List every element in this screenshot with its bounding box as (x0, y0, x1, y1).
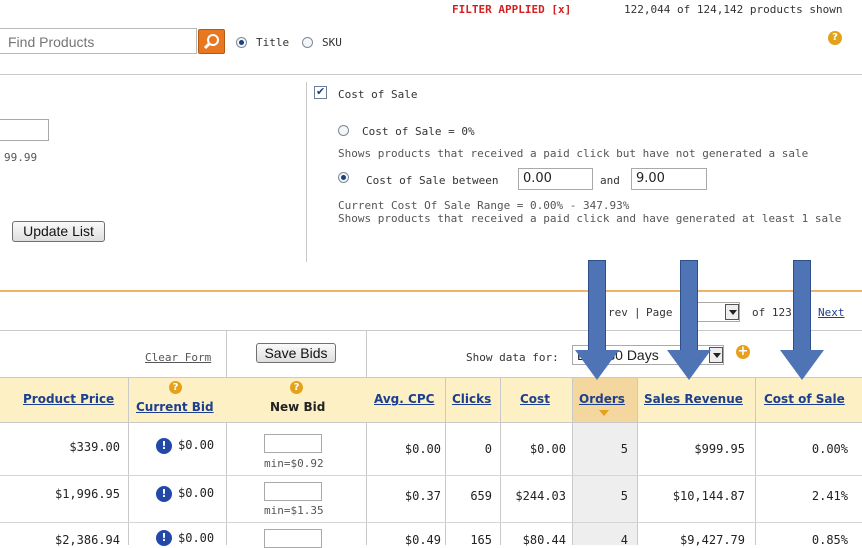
search-title-label: Title (256, 36, 290, 49)
header-current-bid[interactable]: Current Bid (136, 400, 214, 414)
cell-current-bid: $0.00 (178, 531, 215, 545)
cos-between-radio[interactable] (338, 172, 349, 183)
cell-cost: $244.03 (515, 489, 566, 503)
update-list-button[interactable]: Update List (12, 221, 105, 242)
divider (0, 422, 862, 423)
info-icon[interactable]: ! (156, 530, 172, 546)
clear-form-link[interactable]: Clear Form (145, 351, 211, 364)
new-bid-input[interactable] (264, 529, 322, 548)
cell-current-bid: $0.00 (178, 438, 215, 452)
cell-avg-cpc: $0.37 (404, 489, 441, 503)
cost-of-sale-label: Cost of Sale (338, 88, 418, 101)
min-bid-label: min=$1.35 (264, 504, 324, 517)
info-icon[interactable]: ! (156, 486, 172, 502)
divider (0, 330, 862, 331)
divider (0, 74, 862, 75)
cos-and-label: and (600, 174, 620, 187)
current-bid-help-icon[interactable]: ? (169, 381, 182, 394)
row-divider (0, 475, 862, 476)
header-orders[interactable]: Orders (579, 392, 625, 406)
filter-divider (306, 82, 307, 262)
new-bid-input[interactable] (264, 482, 322, 501)
cos-zero-radio[interactable] (338, 125, 349, 136)
col-divider (445, 377, 446, 545)
cell-price: $339.00 (69, 440, 120, 454)
search-box (0, 28, 200, 54)
cell-cost-of-sale: 0.00% (811, 442, 848, 456)
next-link[interactable]: Next (818, 306, 845, 319)
pagination-separator: | (634, 306, 641, 319)
show-data-label: Show data for: (466, 351, 559, 364)
section-divider (0, 290, 862, 292)
header-sales-revenue[interactable]: Sales Revenue (644, 392, 743, 406)
product-count: 122,044 of 124,142 products shown (624, 3, 843, 16)
price-max-input[interactable] (0, 119, 49, 141)
chevron-down-icon[interactable] (709, 347, 723, 363)
cell-avg-cpc: $0.00 (404, 442, 441, 456)
page-label: Page (646, 306, 673, 319)
search-title-radio[interactable] (236, 37, 247, 48)
cos-zero-label: Cost of Sale = 0% (362, 125, 475, 138)
chevron-down-icon[interactable] (725, 304, 739, 320)
row-divider (0, 522, 862, 523)
price-range-value: 99.99 (4, 151, 38, 164)
search-button[interactable] (198, 29, 225, 54)
new-bid-help-icon[interactable]: ? (290, 381, 303, 394)
cell-cost: $0.00 (529, 442, 566, 456)
header-cost[interactable]: Cost (520, 392, 550, 406)
status-bar: FILTER APPLIED [x] 122,044 of 124,142 pr… (0, 0, 862, 20)
help-icon[interactable]: ? (828, 31, 842, 45)
header-new-bid: New Bid (270, 400, 326, 414)
col-divider (572, 377, 573, 545)
cos-max-input[interactable]: 9.00 (631, 168, 707, 190)
divider (0, 377, 862, 378)
search-sku-label: SKU (322, 36, 342, 49)
cos-between-desc: Shows products that received a paid clic… (338, 212, 842, 225)
new-bid-input[interactable] (264, 434, 322, 453)
cos-zero-desc: Shows products that received a paid clic… (338, 147, 809, 160)
cell-revenue: $999.95 (694, 442, 745, 456)
cell-current-bid: $0.00 (178, 486, 215, 500)
col-divider (226, 331, 227, 545)
col-divider (755, 377, 756, 545)
cost-of-sale-checkbox[interactable] (314, 85, 327, 99)
cell-clicks: 659 (470, 489, 492, 503)
header-cost-of-sale[interactable]: Cost of Sale (764, 392, 845, 406)
sort-desc-icon (599, 410, 609, 416)
header-avg-cpc[interactable]: Avg. CPC (374, 392, 434, 406)
col-divider (500, 377, 501, 545)
min-bid-label: min=$0.92 (264, 457, 324, 470)
cell-orders: 5 (620, 442, 628, 456)
col-divider (128, 377, 129, 545)
search-input[interactable] (6, 30, 200, 54)
cell-cost-of-sale: 2.41% (811, 489, 848, 503)
cos-range-text: Current Cost Of Sale Range = 0.00% - 347… (338, 199, 630, 212)
info-icon[interactable]: ! (156, 438, 172, 454)
page-count: of 123 (752, 306, 792, 319)
cell-clicks: 0 (484, 442, 492, 456)
cell-price: $1,996.95 (54, 487, 120, 501)
cos-min-input[interactable]: 0.00 (518, 168, 593, 190)
header-product-price[interactable]: Product Price (23, 392, 114, 406)
cell-orders: 5 (620, 489, 628, 503)
search-sku-radio[interactable] (302, 37, 313, 48)
filter-applied-link[interactable]: FILTER APPLIED [x] (452, 3, 571, 16)
col-divider (366, 331, 367, 545)
search-icon (203, 34, 219, 50)
add-icon[interactable]: + (736, 345, 750, 359)
save-bids-button[interactable]: Save Bids (256, 343, 336, 363)
cos-between-label: Cost of Sale between (366, 174, 499, 187)
prev-link[interactable]: rev (608, 306, 628, 319)
col-divider (637, 377, 638, 545)
cell-revenue: $10,144.87 (672, 489, 745, 503)
header-clicks[interactable]: Clicks (452, 392, 491, 406)
